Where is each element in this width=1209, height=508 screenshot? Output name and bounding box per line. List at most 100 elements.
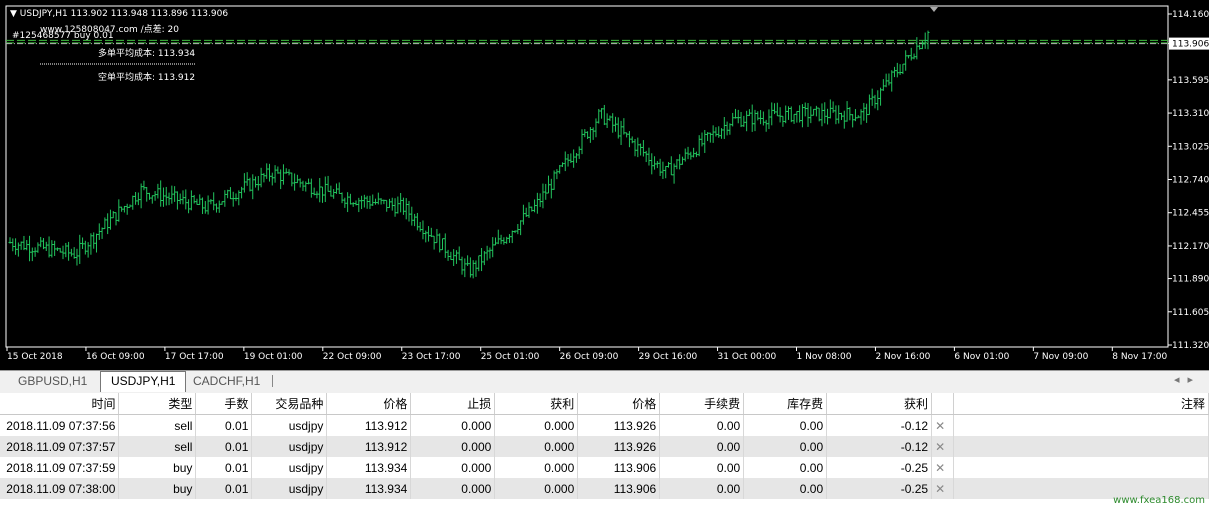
table-row[interactable]: 2018.11.09 07:37:56 sell 0.01 usdjpy 113.912… [0,414,1209,436]
cell-profit: -0.12 [826,436,933,457]
cell-profit: -0.25 [826,457,933,478]
col-header-price[interactable]: 价格 [326,393,412,415]
col-header-lots[interactable]: 手数 [195,393,253,415]
cell-profit: -0.12 [826,414,933,436]
x-tick-label: 26 Oct 09:00 [560,352,619,362]
cell-swap: 0.00 [743,436,828,457]
cell-comment [953,436,1209,457]
cell-price: 113.912 [326,414,412,436]
x-tick-label: 23 Oct 17:00 [402,352,461,362]
cell-sl: 0.000 [410,436,496,457]
chart-header: ▼ USDJPY,H1 113.902 113.948 113.896 113.… [10,9,229,19]
close-order-icon[interactable]: ✕ [931,436,955,457]
tab-gbpusd[interactable]: GBPUSD,H1 [8,372,97,390]
price-chart[interactable]: 114.160 113.906 113.595 113.310 113.025 112.7… [0,0,1209,370]
cell-symbol: usdjpy [251,436,328,457]
x-tick-label: 1 Nov 08:00 [797,352,852,362]
y-tick-label: 113.595 [1172,76,1209,86]
cell-tp: 0.000 [494,478,579,499]
tab-usdjpy[interactable]: USDJPY,H1 [100,371,187,392]
col-header-swap[interactable]: 库存费 [743,393,828,415]
x-tick-label: 8 Nov 17:00 [1112,352,1167,362]
cell-current-price: 113.926 [577,414,661,436]
y-tick-label: 114.160 [1172,10,1209,20]
cell-sl: 0.000 [410,478,496,499]
order-label: #125468577 buy 0.01 [12,31,114,41]
cell-type: buy [118,457,197,478]
cell-time: 2018.11.09 07:37:56 [0,414,120,436]
cell-lots: 0.01 [195,478,253,499]
x-tick-label: 22 Oct 09:00 [323,352,382,362]
col-header-close [931,393,955,415]
y-tick-label: 111.605 [1172,308,1209,318]
cell-price: 113.934 [326,457,412,478]
orders-panel: 时间 类型 手数 交易品种 价格 止损 获利 价格 手续费 库存费 获利 注释 … [0,393,1209,508]
watermark: www.fxea168.com [1113,495,1205,506]
cell-type: sell [118,414,197,436]
cell-type: buy [118,478,197,499]
cell-tp: 0.000 [494,457,579,478]
table-row[interactable]: 2018.11.09 07:38:00 buy 0.01 usdjpy 113.934 0… [0,478,1209,499]
chart-menu-icon[interactable]: ▼ [10,9,17,19]
cell-tp: 0.000 [494,436,579,457]
chart-shift-marker[interactable] [930,7,938,12]
cell-lots: 0.01 [195,457,253,478]
y-tick-label: 112.740 [1172,176,1209,186]
x-tick-label: 6 Nov 01:00 [954,352,1009,362]
col-header-commission[interactable]: 手续费 [659,393,745,415]
cell-commission: 0.00 [659,478,745,499]
table-row[interactable]: 2018.11.09 07:37:59 buy 0.01 usdjpy 113.934 0… [0,457,1209,478]
tab-scroll-arrows[interactable]: ◂▸ [1174,373,1201,386]
cell-lots: 0.01 [195,414,253,436]
col-header-tp[interactable]: 获利 [494,393,579,415]
cell-time: 2018.11.09 07:37:57 [0,436,120,457]
x-tick-label: 19 Oct 01:00 [244,352,303,362]
cell-commission: 0.00 [659,457,745,478]
scroll-right-icon[interactable]: ▸ [1187,374,1201,386]
cell-swap: 0.00 [743,478,828,499]
y-tick-label: 112.170 [1172,242,1209,252]
close-order-icon[interactable]: ✕ [931,457,955,478]
cell-time: 2018.11.09 07:38:00 [0,478,120,499]
cell-lots: 0.01 [195,436,253,457]
col-header-comment[interactable]: 注释 [953,393,1209,415]
tab-cadchf[interactable]: CADCHF,H1 [183,372,270,390]
cell-current-price: 113.906 [577,478,661,499]
cell-comment [953,457,1209,478]
buy-average-cost: 多单平均成本: 113.934 [98,49,196,59]
cell-swap: 0.00 [743,414,828,436]
cell-price: 113.912 [326,436,412,457]
cell-symbol: usdjpy [251,457,328,478]
close-order-icon[interactable]: ✕ [931,414,955,436]
cell-commission: 0.00 [659,436,745,457]
col-header-current-price[interactable]: 价格 [577,393,661,415]
cell-symbol: usdjpy [251,414,328,436]
cell-price: 113.934 [326,478,412,499]
tab-divider [272,375,273,387]
col-header-type[interactable]: 类型 [118,393,197,415]
cell-sl: 0.000 [410,457,496,478]
col-header-symbol[interactable]: 交易品种 [251,393,328,415]
x-tick-label: 25 Oct 01:00 [481,352,540,362]
y-tick-label: 112.455 [1172,209,1209,219]
x-tick-label: 17 Oct 17:00 [165,352,224,362]
cell-current-price: 113.926 [577,436,661,457]
close-order-icon[interactable]: ✕ [931,478,955,499]
table-header-row: 时间 类型 手数 交易品种 价格 止损 获利 价格 手续费 库存费 获利 注释 [0,393,1209,415]
col-header-profit[interactable]: 获利 [826,393,933,415]
y-tick-label: 111.320 [1172,341,1209,351]
x-tick-label: 29 Oct 16:00 [639,352,698,362]
x-tick-label: 16 Oct 09:00 [86,352,145,362]
y-tick-label: 113.310 [1172,109,1209,119]
x-tick-label: 2 Nov 16:00 [875,352,930,362]
cell-profit: -0.25 [826,478,933,499]
cell-type: sell [118,436,197,457]
col-header-time[interactable]: 时间 [0,393,120,415]
cell-tp: 0.000 [494,414,579,436]
col-header-sl[interactable]: 止损 [410,393,496,415]
y-tick-label: 113.025 [1172,142,1209,152]
scroll-left-icon[interactable]: ◂ [1174,374,1188,386]
cell-comment [953,414,1209,436]
y-tick-label: 113.906 [1172,40,1209,50]
table-row[interactable]: 2018.11.09 07:37:57 sell 0.01 usdjpy 113.912… [0,436,1209,457]
